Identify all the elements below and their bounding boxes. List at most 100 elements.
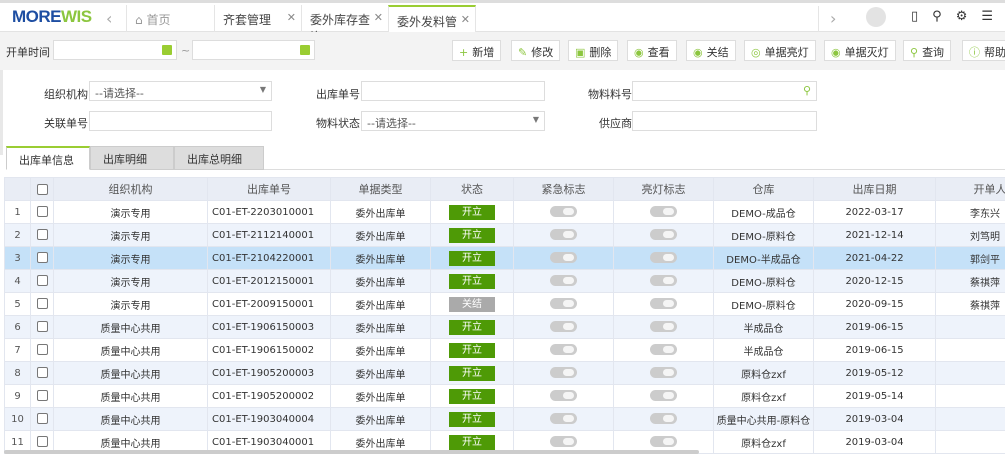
column-header[interactable]: 单据类型 [330,177,431,201]
avatar[interactable] [866,7,886,27]
close-icon[interactable]: ✕ [287,11,296,24]
data-table: 组织机构 出库单号 单据类型 状态 紧急标志 亮灯标志 仓库 出库日期 开单人 1 演示专用 C… [4,177,1005,454]
row-checkbox[interactable] [36,367,48,379]
light-toggle[interactable] [650,321,677,333]
column-header[interactable]: 紧急标志 [513,177,614,201]
calendar-icon[interactable] [300,45,310,55]
light-toggle[interactable] [650,344,677,356]
light-toggle[interactable] [650,252,677,264]
column-header[interactable]: 仓库 [713,177,814,201]
table-row[interactable]: 10 质量中心共用 C01-ET-1903040004 委外出库单 开立 质量中… [4,407,1005,431]
urgent-toggle[interactable] [550,206,577,218]
subtab-out-info[interactable]: 出库单信息 [6,146,90,170]
search-icon[interactable]: ⚲ [803,84,811,97]
material-status-select[interactable]: --请选择-- ▼ [361,111,545,131]
column-header[interactable] [4,177,31,201]
urgent-toggle[interactable] [550,390,577,402]
date-cell: 2019-05-12 [813,361,936,385]
light-toggle[interactable] [650,298,677,310]
column-header[interactable]: 亮灯标志 [613,177,714,201]
light-toggle[interactable] [650,413,677,425]
help-button[interactable]: ⓘ 帮助 [962,40,1005,61]
tab-home[interactable]: ⌂ 首页 [126,5,214,33]
row-checkbox[interactable] [36,390,48,402]
column-header[interactable]: 开单人 [935,177,1005,201]
urgent-toggle[interactable] [550,298,577,310]
row-checkbox[interactable] [36,413,48,425]
column-header[interactable] [30,177,54,201]
tab-outsourced-issue[interactable]: 委外发料管理✕ [388,5,476,46]
tab-kit-management[interactable]: 齐套管理 ✕ [214,5,301,33]
horizontal-scrollbar[interactable] [4,450,699,454]
table-row[interactable]: 3 演示专用 C01-ET-2104220001 委外出库单 开立 DEMO-半… [4,246,1005,270]
row-checkbox[interactable] [36,275,48,287]
light-toggle[interactable] [650,206,677,218]
urgent-toggle[interactable] [550,321,577,333]
urgent-toggle[interactable] [550,252,577,264]
urgent-toggle[interactable] [550,275,577,287]
delete-button[interactable]: ▣ 删除 [568,40,619,61]
column-header[interactable]: 出库日期 [813,177,936,201]
table-row[interactable]: 7 质量中心共用 C01-ET-1906150002 委外出库单 开立 半成品仓… [4,338,1005,362]
row-checkbox[interactable] [36,252,48,264]
select-all-checkbox[interactable] [36,184,48,195]
light-toggle[interactable] [650,229,677,241]
light-on-button[interactable]: ◎ 单据亮灯 [744,40,816,61]
menu-icon[interactable]: ☰ [981,9,993,24]
search-icon[interactable]: ⚲ [932,9,942,24]
calendar-icon[interactable] [162,45,172,55]
tabs-scroll-left-button[interactable]: ‹ [106,9,112,28]
row-checkbox[interactable] [36,298,48,310]
tabs-scroll-right-button[interactable]: › [830,9,836,28]
light-toggle[interactable] [650,390,677,402]
warehouse-cell: DEMO-原料仓 [713,223,814,247]
date-to-input[interactable] [192,40,315,60]
view-button[interactable]: ◉ 查看 [627,40,677,61]
supplier-input[interactable] [632,111,817,131]
urgent-toggle[interactable] [550,436,577,448]
urgent-toggle[interactable] [550,413,577,425]
close-icon[interactable]: ✕ [461,13,470,26]
org-select[interactable]: --请选择-- ▼ [89,81,272,101]
table-row[interactable]: 2 演示专用 C01-ET-2112140001 委外出库单 开立 DEMO-原… [4,223,1005,247]
row-checkbox[interactable] [36,229,48,241]
light-toggle[interactable] [650,275,677,287]
column-header[interactable]: 出库单号 [207,177,331,201]
mobile-icon[interactable]: ▯ [911,9,918,24]
row-checkbox[interactable] [36,436,48,448]
urgent-toggle[interactable] [550,229,577,241]
urgent-toggle[interactable] [550,344,577,356]
column-header[interactable]: 组织机构 [53,177,208,201]
light-toggle[interactable] [650,436,677,448]
row-checkbox[interactable] [36,344,48,356]
urgent-toggle[interactable] [550,367,577,379]
table-row[interactable]: 8 质量中心共用 C01-ET-1905200003 委外出库单 开立 原料仓z… [4,361,1005,385]
table-row[interactable]: 1 演示专用 C01-ET-2203010001 委外出库单 开立 DEMO-成… [4,200,1005,224]
table-row[interactable]: 9 质量中心共用 C01-ET-1905200002 委外出库单 开立 原料仓z… [4,384,1005,408]
out-no-input[interactable] [361,81,545,101]
table-row[interactable]: 5 演示专用 C01-ET-2009150001 委外出库单 关结 DEMO-原… [4,292,1005,316]
related-no-input[interactable] [89,111,272,131]
warehouse-cell: 质量中心共用-原料仓 [713,407,814,431]
date-from-input[interactable] [53,40,177,60]
close-order-button[interactable]: ◉ 关结 [686,40,736,61]
add-button[interactable]: + 新增 [452,40,502,61]
org-cell: 演示专用 [53,200,208,224]
subtab-out-summary[interactable]: 出库总明细 [174,146,264,170]
column-header[interactable]: 状态 [430,177,514,201]
gear-icon[interactable]: ⚙ [956,9,968,24]
row-checkbox[interactable] [36,206,48,218]
material-no-input[interactable]: ⚲ [632,81,817,101]
table-row[interactable]: 6 质量中心共用 C01-ET-1906150003 委外出库单 开立 半成品仓… [4,315,1005,339]
type-cell: 委外出库单 [330,200,431,224]
table-row[interactable]: 4 演示专用 C01-ET-2012150001 委外出库单 开立 DEMO-原… [4,269,1005,293]
light-toggle[interactable] [650,367,677,379]
subtab-out-detail[interactable]: 出库明细 [90,146,174,170]
close-icon[interactable]: ✕ [374,11,383,24]
query-button[interactable]: ⚲ 查询 [903,40,952,61]
light-off-button[interactable]: ◉ 单据灭灯 [824,40,896,61]
tab-outsourced-inventory[interactable]: 委外库存查询✕ [301,5,388,44]
edit-button[interactable]: ✎ 修改 [511,40,561,61]
row-checkbox[interactable] [36,321,48,333]
eye-icon: ◉ [634,46,644,59]
